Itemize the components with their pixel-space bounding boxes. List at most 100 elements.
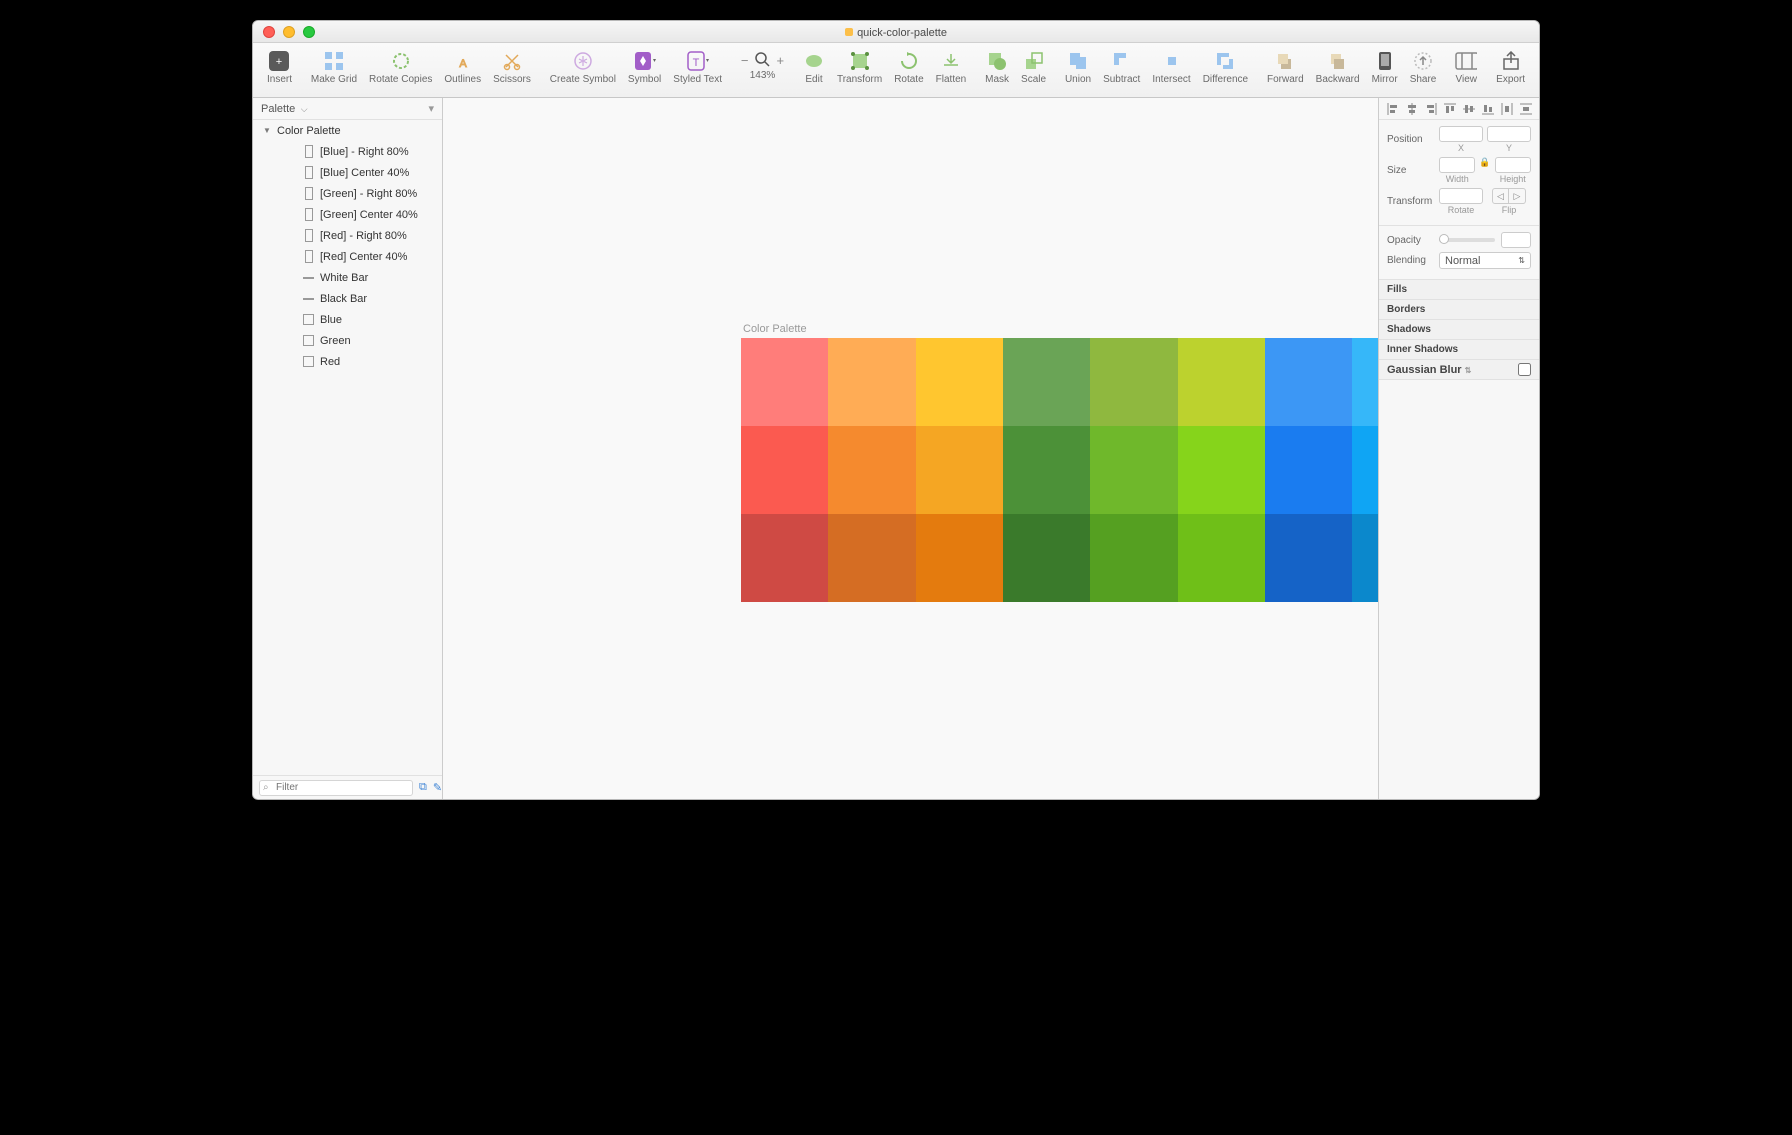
color-swatch[interactable]	[1178, 338, 1265, 426]
filter-toggle-icon[interactable]: ⧉	[419, 781, 427, 794]
width-input[interactable]	[1439, 157, 1475, 173]
rotate-input[interactable]	[1439, 188, 1483, 204]
color-swatch[interactable]	[1090, 514, 1177, 602]
color-swatch[interactable]	[1265, 338, 1352, 426]
zoom-out-button[interactable]: −	[741, 53, 749, 68]
lock-icon[interactable]: 🔒	[1479, 157, 1490, 184]
scale-button[interactable]: Scale	[1015, 46, 1052, 94]
flatten-button[interactable]: Flatten	[930, 46, 973, 94]
color-swatch[interactable]	[916, 338, 1003, 426]
create-symbol-button[interactable]: Create Symbol	[544, 46, 622, 94]
share-button[interactable]: Share	[1404, 46, 1443, 94]
align-top-icon[interactable]	[1443, 102, 1457, 116]
mirror-button[interactable]: Mirror	[1366, 46, 1404, 94]
filter-input[interactable]	[259, 780, 413, 796]
blending-select[interactable]: Normal⇅	[1439, 252, 1531, 269]
align-vcenter-icon[interactable]	[1462, 102, 1476, 116]
distribute-h-icon[interactable]	[1500, 102, 1514, 116]
styled-text-button[interactable]: TStyled Text	[667, 46, 728, 94]
layer-row[interactable]: Red	[253, 351, 442, 372]
forward-button[interactable]: Forward	[1261, 46, 1310, 94]
layer-row[interactable]: Black Bar	[253, 288, 442, 309]
color-swatch[interactable]	[1090, 426, 1177, 514]
opacity-slider[interactable]	[1439, 238, 1495, 242]
make-grid-button[interactable]: Make Grid	[305, 46, 363, 94]
insert-button[interactable]: + Insert	[261, 46, 298, 94]
view-button[interactable]: View	[1449, 46, 1483, 94]
color-swatch[interactable]	[741, 426, 828, 514]
flip-controls[interactable]: ◁▷	[1492, 188, 1526, 204]
layer-row[interactable]: Green	[253, 330, 442, 351]
layer-row[interactable]: [Green] Center 40%	[253, 204, 442, 225]
layer-group[interactable]: ▼Color Palette	[253, 120, 442, 141]
align-bottom-icon[interactable]	[1481, 102, 1495, 116]
color-swatch[interactable]	[741, 514, 828, 602]
layer-row[interactable]: White Bar	[253, 267, 442, 288]
gaussian-checkbox[interactable]	[1518, 363, 1531, 376]
artboard-label[interactable]: Color Palette	[743, 323, 807, 335]
zoom-control[interactable]: − + 143%	[735, 46, 790, 94]
position-x-input[interactable]	[1439, 126, 1483, 142]
close-window-button[interactable]	[263, 26, 275, 38]
flip-v-icon[interactable]: ▷	[1509, 189, 1525, 203]
distribute-v-icon[interactable]	[1519, 102, 1533, 116]
symbol-button[interactable]: Symbol	[622, 46, 667, 94]
canvas[interactable]: Color Palette	[443, 98, 1379, 799]
minimize-window-button[interactable]	[283, 26, 295, 38]
mask-button[interactable]: Mask	[979, 46, 1015, 94]
gaussian-blur-panel[interactable]: Gaussian Blur ⇅	[1379, 360, 1539, 380]
rotate-button[interactable]: Rotate	[888, 46, 929, 94]
zoom-in-button[interactable]: +	[777, 53, 785, 68]
color-palette-artboard[interactable]	[741, 338, 1379, 602]
pages-panel-icon[interactable]: ▾	[428, 102, 434, 115]
layer-row[interactable]: [Red] Center 40%	[253, 246, 442, 267]
layer-row[interactable]: Blue	[253, 309, 442, 330]
shadows-panel[interactable]: Shadows	[1379, 320, 1539, 340]
color-swatch[interactable]	[916, 426, 1003, 514]
disclosure-triangle-icon[interactable]: ▼	[263, 126, 271, 135]
backward-button[interactable]: Backward	[1310, 46, 1366, 94]
transform-button[interactable]: Transform	[831, 46, 888, 94]
color-swatch[interactable]	[1090, 338, 1177, 426]
color-swatch[interactable]	[1352, 514, 1379, 602]
color-swatch[interactable]	[1352, 426, 1379, 514]
union-button[interactable]: Union	[1059, 46, 1097, 94]
color-swatch[interactable]	[1265, 514, 1352, 602]
align-hcenter-icon[interactable]	[1405, 102, 1419, 116]
filter-slice-icon[interactable]: ✎	[433, 781, 442, 794]
scissors-button[interactable]: Scissors	[487, 46, 537, 94]
difference-button[interactable]: Difference	[1197, 46, 1254, 94]
intersect-button[interactable]: Intersect	[1146, 46, 1196, 94]
color-swatch[interactable]	[1003, 338, 1090, 426]
color-swatch[interactable]	[1265, 426, 1352, 514]
export-button[interactable]: Export	[1490, 46, 1531, 94]
color-swatch[interactable]	[1003, 426, 1090, 514]
layer-row[interactable]: [Green] - Right 80%	[253, 183, 442, 204]
rotate-copies-button[interactable]: Rotate Copies	[363, 46, 438, 94]
color-swatch[interactable]	[1352, 338, 1379, 426]
flip-h-icon[interactable]: ◁	[1493, 189, 1509, 203]
layer-row[interactable]: [Red] - Right 80%	[253, 225, 442, 246]
color-swatch[interactable]	[916, 514, 1003, 602]
outlines-button[interactable]: AOutlines	[438, 46, 487, 94]
height-input[interactable]	[1495, 157, 1531, 173]
zoom-window-button[interactable]	[303, 26, 315, 38]
color-swatch[interactable]	[1178, 514, 1265, 602]
color-swatch[interactable]	[1003, 514, 1090, 602]
inner-shadows-panel[interactable]: Inner Shadows	[1379, 340, 1539, 360]
pages-dropdown[interactable]: Palette ⌵ ▾	[253, 98, 442, 120]
opacity-input[interactable]	[1501, 232, 1531, 248]
layer-row[interactable]: [Blue] Center 40%	[253, 162, 442, 183]
color-swatch[interactable]	[741, 338, 828, 426]
color-swatch[interactable]	[1178, 426, 1265, 514]
fills-panel[interactable]: Fills	[1379, 280, 1539, 300]
borders-panel[interactable]: Borders	[1379, 300, 1539, 320]
layer-row[interactable]: [Blue] - Right 80%	[253, 141, 442, 162]
color-swatch[interactable]	[828, 338, 915, 426]
align-left-icon[interactable]	[1386, 102, 1400, 116]
align-right-icon[interactable]	[1424, 102, 1438, 116]
position-y-input[interactable]	[1487, 126, 1531, 142]
edit-button[interactable]: Edit	[797, 46, 831, 94]
color-swatch[interactable]	[828, 426, 915, 514]
color-swatch[interactable]	[828, 514, 915, 602]
